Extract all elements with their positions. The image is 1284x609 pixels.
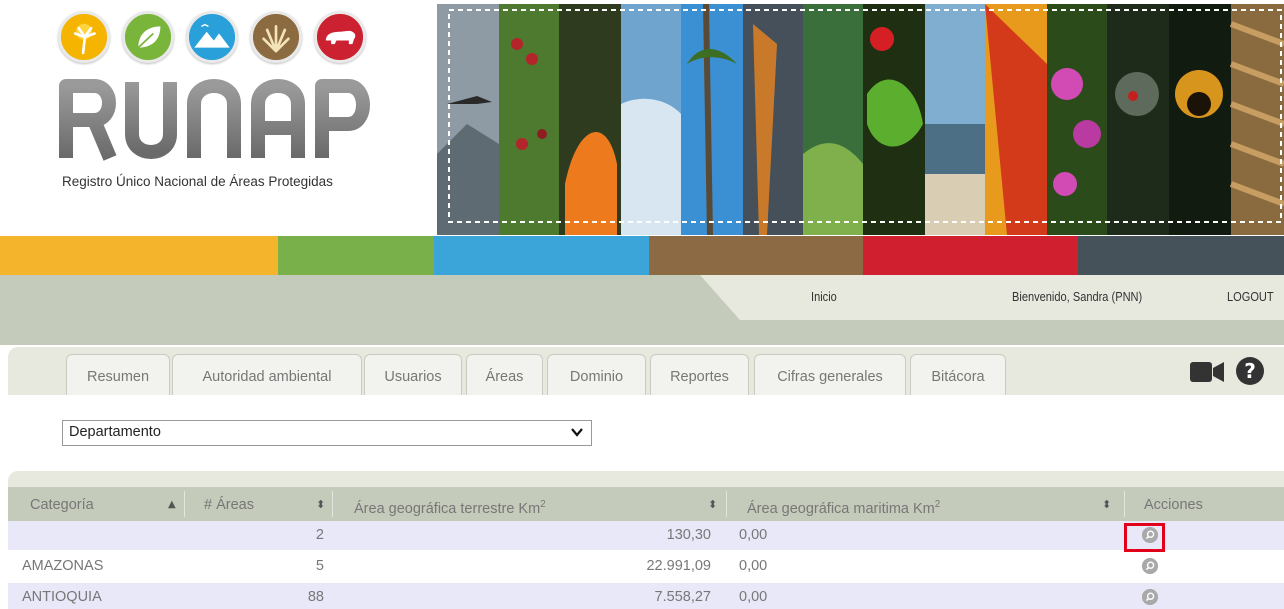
search-icon[interactable] [1142, 589, 1158, 605]
tab-areas[interactable]: Áreas [466, 354, 543, 395]
cell-num-areas: 5 [315, 558, 324, 574]
welcome-user-link[interactable]: Bienvenido, Sandra (PNN) [1012, 289, 1142, 304]
bear-icon [314, 11, 366, 63]
table-header: Categoría ▲ # Áreas ⬍ Área geográfica te… [8, 487, 1284, 521]
sort-asc-icon[interactable]: ▲ [168, 487, 176, 523]
table-row[interactable]: ANTIOQUIA 88 7.558,27 0,00 [8, 583, 1284, 609]
cell-num-areas: 88 [307, 589, 324, 605]
cell-categoria: ANTIOQUIA [22, 589, 102, 605]
cell-categoria: AMAZONAS [22, 558, 104, 574]
column-divider [726, 491, 727, 517]
col-header-terrestre[interactable]: Área geográfica terrestre Km2 [354, 487, 546, 521]
nature-banner [437, 4, 1284, 235]
color-strip [0, 236, 1284, 275]
color-strip-gray [1078, 236, 1284, 275]
site-header: Registro Único Nacional de Áreas Protegi… [0, 0, 1284, 236]
column-divider [332, 491, 333, 517]
table-top-border [8, 471, 1284, 487]
sort-icon[interactable]: ⬍ [316, 487, 325, 523]
table-row[interactable]: 2 130,30 0,00 [8, 521, 1284, 550]
cell-maritima: 0,00 [739, 527, 768, 543]
col-header-maritima[interactable]: Área geográfica maritima Km2 [747, 487, 940, 521]
palm-tree-icon [58, 11, 110, 63]
search-icon[interactable] [1142, 558, 1158, 574]
cell-maritima: 0,00 [739, 589, 768, 605]
tab-resumen[interactable]: Resumen [66, 354, 170, 395]
top-nav-bar: Inicio Bienvenido, Sandra (PNN) LOGOUT [0, 275, 1284, 345]
cell-num-areas: 2 [315, 527, 324, 543]
tab-cifras-generales[interactable]: Cifras generales [754, 354, 906, 395]
sort-icon[interactable]: ⬍ [708, 487, 717, 523]
logo-subtitle: Registro Único Nacional de Áreas Protegi… [62, 174, 333, 189]
departamento-select[interactable]: Departamento [62, 420, 592, 446]
chevron-down-icon [571, 428, 583, 437]
cell-terrestre: 7.558,27 [654, 589, 711, 605]
color-strip-red [863, 236, 1078, 275]
color-strip-green [278, 236, 434, 275]
table-row[interactable]: AMAZONAS 5 22.991,09 0,00 [8, 552, 1284, 581]
search-icon[interactable] [1142, 527, 1158, 543]
top-nav-panel [700, 275, 1284, 320]
tab-usuarios[interactable]: Usuarios [364, 354, 462, 395]
grass-icon [250, 11, 302, 63]
nav-inicio-link[interactable]: Inicio [811, 289, 837, 304]
col-header-terrestre-sup: 2 [540, 499, 546, 510]
col-header-num-areas[interactable]: # Áreas [204, 487, 254, 521]
color-strip-brown [649, 236, 863, 275]
cell-maritima: 0,00 [739, 558, 768, 574]
tab-reportes[interactable]: Reportes [650, 354, 749, 395]
cell-terrestre: 22.991,09 [646, 558, 711, 574]
help-icon[interactable]: ? [1236, 357, 1264, 385]
tab-autoridad-ambiental[interactable]: Autoridad ambiental [172, 354, 362, 395]
video-camera-icon[interactable] [1190, 361, 1224, 383]
runap-wordmark [59, 79, 370, 161]
cell-terrestre: 130,30 [666, 527, 711, 543]
color-strip-yellow [0, 236, 278, 275]
leaf-icon [122, 11, 174, 63]
color-strip-blue [434, 236, 649, 275]
col-header-maritima-sup: 2 [934, 499, 941, 510]
col-header-acciones: Acciones [1144, 497, 1203, 513]
col-header-terrestre-label: Área geográfica terrestre Km [354, 500, 541, 517]
tab-bitacora[interactable]: Bitácora [910, 354, 1006, 395]
tab-dominio[interactable]: Dominio [547, 354, 646, 395]
logout-link[interactable]: LOGOUT [1227, 289, 1274, 304]
runap-logo[interactable]: Registro Único Nacional de Áreas Protegi… [58, 8, 378, 198]
mountain-icon [186, 11, 238, 63]
sort-icon[interactable]: ⬍ [1102, 487, 1111, 523]
column-divider [184, 491, 185, 517]
column-divider [1124, 491, 1125, 517]
col-header-categoria[interactable]: Categoría [30, 487, 94, 521]
tab-bar: Resumen Autoridad ambiental Usuarios Áre… [8, 347, 1284, 395]
col-header-maritima-label: Área geográfica maritima Km [747, 500, 935, 517]
departamento-select-value: Departamento [69, 424, 161, 440]
